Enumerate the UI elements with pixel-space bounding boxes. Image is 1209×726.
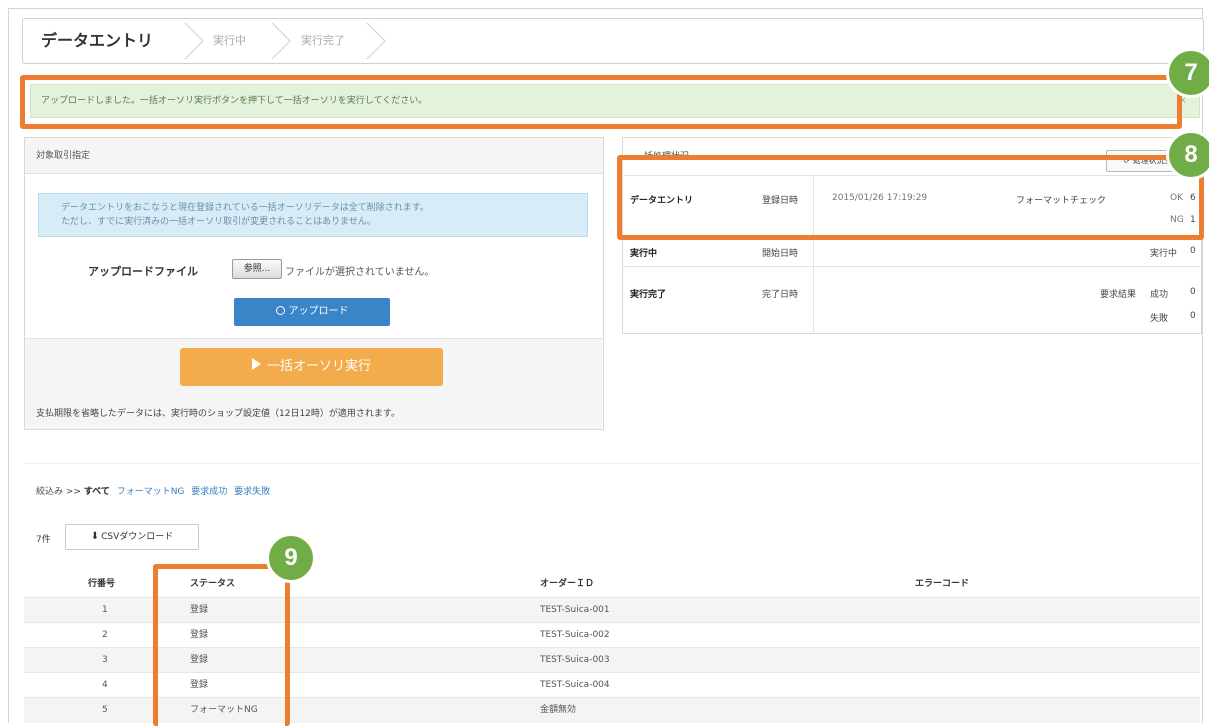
row-order-id: TEST-Suica-003 (540, 655, 610, 665)
row-done-label: 実行完了 (630, 290, 667, 300)
filter-bar: 絞込み >> すべて フォーマットNG 要求成功 要求失敗 (36, 484, 270, 497)
no-file-text: ファイルが選択されていません。 (285, 267, 435, 278)
filter-request-failed[interactable]: 要求失敗 (234, 487, 270, 497)
csv-download-button[interactable]: ⬇ CSVダウンロード (65, 524, 199, 550)
divider (623, 266, 1201, 267)
upload-button[interactable]: アップロード (234, 298, 390, 326)
browse-button[interactable]: 参照... (232, 259, 282, 279)
row-order-id: TEST-Suica-002 (540, 630, 610, 640)
progress-steps: データエントリ 実行中 実行完了 (22, 18, 1204, 64)
column-header-order-id: オーダーＩＤ (540, 579, 595, 589)
row-number: 5 (102, 705, 108, 715)
step-chevron-icon (271, 22, 291, 60)
column-header-error-code: エラーコード (915, 579, 970, 589)
highlight-box-8 (617, 155, 1204, 240)
fail-count: 0 (1190, 311, 1196, 321)
row-number: 3 (102, 655, 108, 665)
filter-all[interactable]: すべて (84, 487, 110, 497)
row-order-id: TEST-Suica-004 (540, 680, 610, 690)
running-label: 実行中 (1150, 249, 1178, 259)
row-number: 1 (102, 605, 108, 615)
upload-icon (275, 306, 285, 315)
row-number: 4 (102, 680, 108, 690)
request-result-label: 要求結果 (1100, 290, 1137, 300)
step-running: 実行中 (213, 34, 246, 47)
row-order-id: 金額無効 (540, 705, 577, 715)
fail-label: 失敗 (1150, 314, 1169, 324)
highlight-box-9 (153, 564, 290, 726)
result-count: 7件 (36, 535, 51, 545)
bulk-authorize-label: 一括オーソリ実行 (266, 359, 371, 374)
payment-deadline-note: 支払期限を省略したデータには、実行時のショップ設定値（12日12時）が適用されま… (36, 409, 401, 419)
bulk-authorize-button[interactable]: 一括オーソリ実行 (180, 348, 443, 386)
row-number: 2 (102, 630, 108, 640)
callout-badge-9: 9 (266, 533, 316, 583)
filter-format-ng[interactable]: フォーマットNG (117, 487, 185, 497)
callout-badge-8: 8 (1166, 130, 1209, 180)
play-icon (251, 358, 261, 370)
upload-button-label: アップロード (288, 306, 349, 317)
completed-date-label: 完了日時 (762, 290, 799, 300)
start-date-label: 開始日時 (762, 249, 799, 259)
callout-badge-7: 7 (1166, 48, 1209, 98)
success-count: 0 (1190, 287, 1196, 297)
upload-file-label: アップロードファイル (88, 265, 198, 278)
divider (24, 463, 1200, 464)
highlight-box-7 (20, 75, 1182, 129)
filter-prefix: 絞込み >> (36, 487, 84, 497)
csv-download-label: CSVダウンロード (101, 532, 174, 542)
step-data-entry: データエントリ (41, 31, 154, 50)
row-order-id: TEST-Suica-001 (540, 605, 610, 615)
info-notice: データエントリをおこなうと現在登録されている一括オーソリデータは全て削除されます… (38, 193, 588, 237)
info-line: ただし、すでに実行済みの一括オーソリ取引が変更されることはありません。 (61, 217, 376, 227)
row-running-label: 実行中 (630, 249, 658, 259)
step-completed: 実行完了 (301, 34, 345, 47)
download-icon: ⬇ (90, 531, 100, 542)
success-label: 成功 (1150, 290, 1169, 300)
running-count: 0 (1190, 246, 1196, 256)
panel-header: 対象取引指定 (25, 138, 603, 174)
column-header-row-number: 行番号 (88, 579, 116, 589)
filter-request-success[interactable]: 要求成功 (191, 487, 227, 497)
step-chevron-icon (366, 22, 386, 60)
info-line: データエントリをおこなうと現在登録されている一括オーソリデータは全て削除されます… (61, 203, 429, 213)
step-chevron-icon (184, 22, 204, 60)
